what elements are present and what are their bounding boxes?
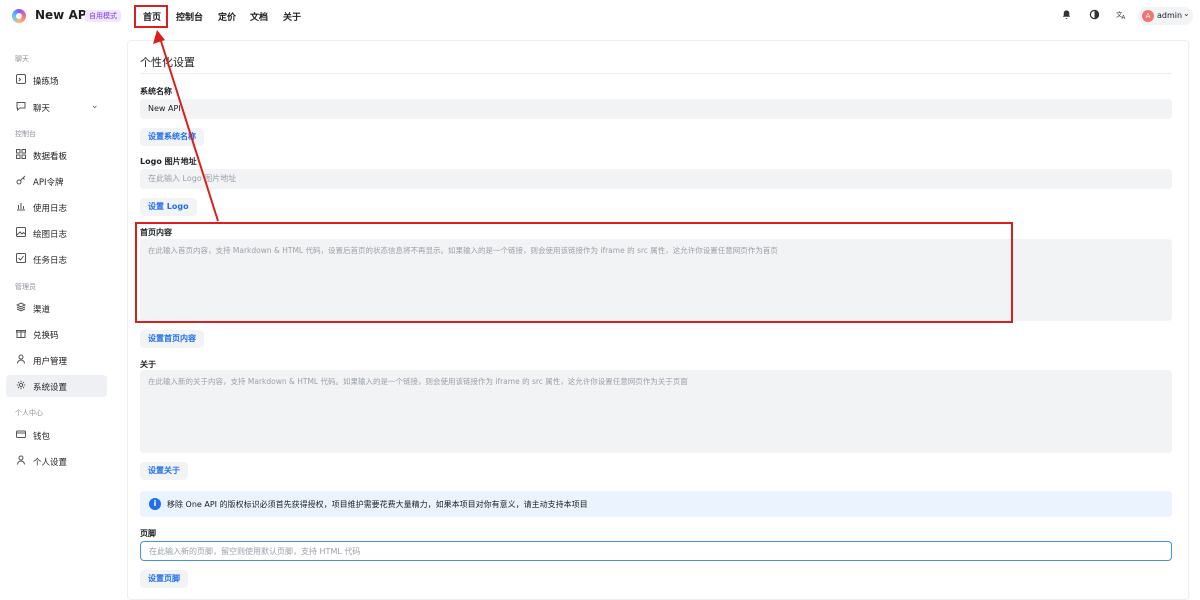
annotation-arrow [153,30,219,222]
